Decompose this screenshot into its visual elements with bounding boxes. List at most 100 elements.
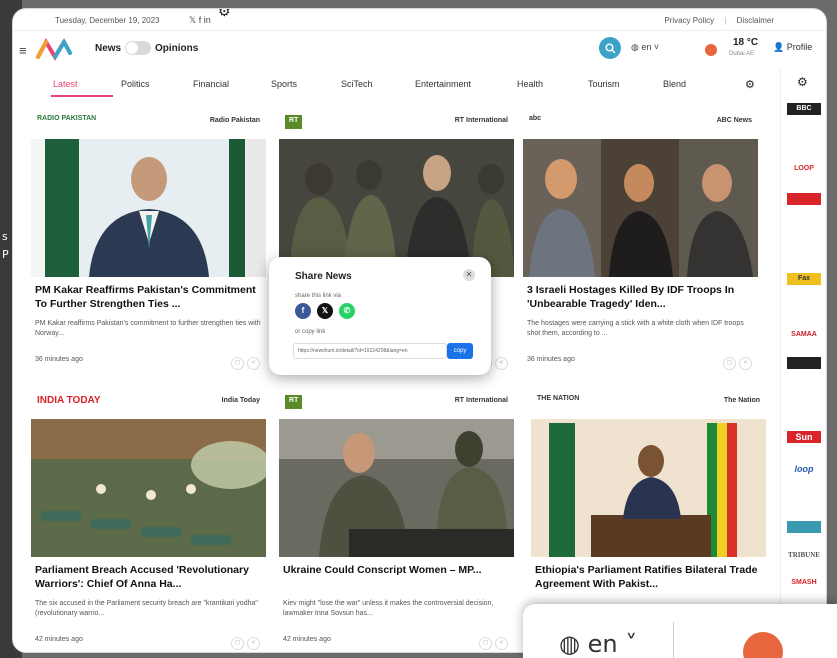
category-tabs: Latest Politics Financial Sports SciTech… [33,75,775,99]
tab-sports[interactable]: Sports [271,79,297,89]
bookmark-icon[interactable]: ◻ [723,357,736,370]
top-info-bar: Tuesday, December 19, 2023 𝕏 f in ⚙ Priv… [13,9,826,31]
source-logo-item[interactable] [787,385,821,397]
divider [673,622,674,658]
source-logo-item[interactable] [787,521,821,533]
bottom-language-bar: ◍ en ˅ [523,604,837,658]
news-title[interactable]: Parliament Breach Accused 'Revolutionary… [35,563,267,591]
profile-label: Profile [786,42,813,52]
bookmark-icon[interactable]: ◻ [231,637,244,650]
news-time: 36 minutes ago [35,356,83,363]
source-logo-item[interactable]: SAMAA [787,329,821,341]
source-logo-item[interactable] [787,247,821,259]
tab-tourism[interactable]: Tourism [588,79,620,89]
browser-window: Tuesday, December 19, 2023 𝕏 f in ⚙ Priv… [12,8,827,653]
source-logo-item[interactable] [787,223,821,235]
privacy-link[interactable]: Privacy Policy [664,16,714,25]
share-icon[interactable]: < [495,637,508,650]
news-image [279,419,514,557]
tab-settings-icon[interactable]: ⚙ [745,78,755,91]
share-icon[interactable]: < [495,357,508,370]
source-logo-item[interactable]: loop [787,463,821,475]
share-dialog-title: Share News [295,271,352,282]
source-logo-item[interactable] [787,495,821,507]
bookmark-icon[interactable]: ◻ [231,357,244,370]
separator: | [724,16,727,25]
language-selector-large[interactable]: ◍ en ˅ [559,630,637,658]
card-actions: ◻< [720,351,752,370]
sources-rail: ⚙ BBC LOOP Fax SAMAA Sun loop TRIBUNE SM… [780,67,826,652]
source-logo-item[interactable] [787,301,821,313]
opinions-toggle-label[interactable]: Opinions [155,43,198,54]
search-button[interactable] [599,37,621,59]
source-logo-item[interactable] [787,133,821,145]
bookmark-icon[interactable]: ◻ [479,637,492,650]
share-news-dialog: Share News ✕ share this link via f 𝕏 ✆ o… [269,257,491,375]
source-logo-item[interactable] [787,357,821,369]
tab-latest[interactable]: Latest [53,79,78,89]
news-card[interactable]: RT RT International Ukraine Could Conscr… [279,393,514,651]
news-time: 36 minutes ago [527,356,575,363]
tab-scitech[interactable]: SciTech [341,79,373,89]
tab-politics[interactable]: Politics [121,79,150,89]
news-title[interactable]: Ukraine Could Conscript Women – MP... [283,563,515,577]
source-logo-item[interactable]: BBC [787,103,821,115]
settings-icon[interactable]: ⚙ [797,75,808,89]
news-card[interactable]: RADIO PAKISTAN Radio Pakistan PM Kakar R… [31,113,266,375]
source-logo: THE NATION [537,395,580,402]
share-url-field[interactable]: https://newshunt.io/detail/?id=19224208&… [293,343,447,359]
source-logo: RT [285,395,303,409]
language-selector[interactable]: ◍ en ˅ [631,42,659,53]
weather-icon-large [743,632,783,658]
site-logo[interactable] [35,37,73,61]
profile-button[interactable]: 👤 Profile [773,42,812,53]
source-logo-item[interactable] [787,193,821,205]
source-logo-item[interactable]: SMASH [787,577,821,589]
news-image [523,139,758,277]
source-logo-item[interactable]: Sun [787,431,821,443]
news-card[interactable]: INDIA TODAY India Today Parliament Breac… [31,393,266,651]
news-title[interactable]: PM Kakar Reaffirms Pakistan's Commitment… [35,283,267,311]
source-name: ABC News [716,117,752,124]
bg-fragment: s [2,230,8,243]
share-icon[interactable]: < [739,357,752,370]
news-image [31,419,266,557]
news-card[interactable]: abc ABC News 3 Israeli Hostages Killed B… [523,113,758,375]
facebook-icon[interactable]: f [295,303,311,319]
close-icon[interactable]: ✕ [463,269,475,281]
source-logo-item[interactable]: Fax [787,273,821,285]
whatsapp-icon[interactable]: ✆ [339,303,355,319]
news-title[interactable]: 3 Israeli Hostages Killed By IDF Troops … [527,283,759,311]
copy-link-label: or copy link [295,329,326,335]
share-via-label: share this link via [295,293,342,299]
source-logo-item[interactable]: TRIBUNE [787,549,821,561]
tab-entertainment[interactable]: Entertainment [415,79,471,89]
source-logo: INDIA TODAY [37,395,101,406]
news-description: Kiev might "lose the war" unless it make… [283,600,494,617]
language-value-large: en [587,630,618,658]
source-logo-item[interactable]: LOOP [787,163,821,175]
disclaimer-link[interactable]: Disclaimer [737,16,774,25]
source-logo-item[interactable] [787,407,821,419]
source-name: India Today [221,397,260,404]
share-icon[interactable]: < [247,637,260,650]
menu-icon[interactable]: ≡ [19,43,27,58]
source-name: Radio Pakistan [209,117,260,124]
copy-button[interactable]: copy [447,343,473,359]
news-title[interactable]: Ethiopia's Parliament Ratifies Bilateral… [535,563,767,591]
tab-financial[interactable]: Financial [193,79,229,89]
news-toggle-label[interactable]: News [95,43,121,54]
bg-fragment: P [2,248,9,261]
news-time: 42 minutes ago [35,636,83,643]
social-icons[interactable]: 𝕏 f in [189,15,211,26]
search-icon [604,42,616,54]
x-twitter-icon[interactable]: 𝕏 [317,303,333,319]
source-name: RT International [454,117,508,124]
tab-health[interactable]: Health [517,79,543,89]
news-opinions-toggle[interactable] [125,41,151,55]
source-logo: abc [529,115,542,122]
gear-icon[interactable]: ⚙ [218,9,231,20]
source-logo: RT [285,115,303,129]
share-icon[interactable]: < [247,357,260,370]
tab-blend[interactable]: Blend [663,79,686,89]
